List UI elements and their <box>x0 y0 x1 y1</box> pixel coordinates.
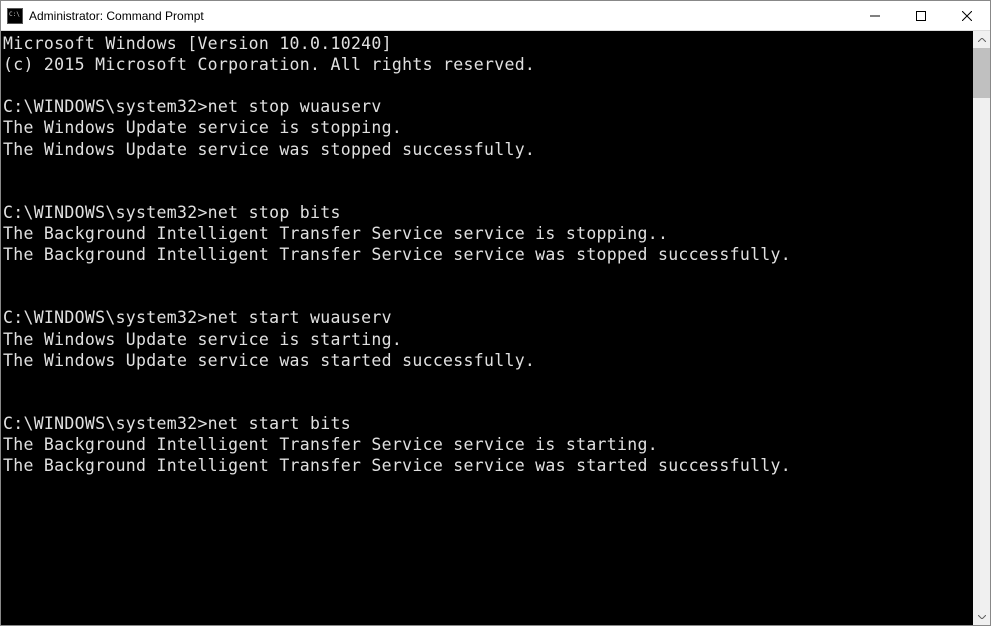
titlebar[interactable]: Administrator: Command Prompt <box>1 1 990 31</box>
minimize-button[interactable] <box>852 1 898 30</box>
maximize-button[interactable] <box>898 1 944 30</box>
scroll-down-arrow[interactable] <box>973 608 990 625</box>
client-area: Microsoft Windows [Version 10.0.10240] (… <box>1 31 990 625</box>
window-title: Administrator: Command Prompt <box>29 9 852 23</box>
scroll-thumb[interactable] <box>973 48 990 98</box>
window-controls <box>852 1 990 30</box>
terminal-output[interactable]: Microsoft Windows [Version 10.0.10240] (… <box>1 31 973 625</box>
scroll-up-arrow[interactable] <box>973 31 990 48</box>
scroll-track[interactable] <box>973 48 990 608</box>
app-icon <box>7 8 23 24</box>
close-button[interactable] <box>944 1 990 30</box>
vertical-scrollbar[interactable] <box>973 31 990 625</box>
command-prompt-window: Administrator: Command Prompt Microsoft … <box>0 0 991 626</box>
